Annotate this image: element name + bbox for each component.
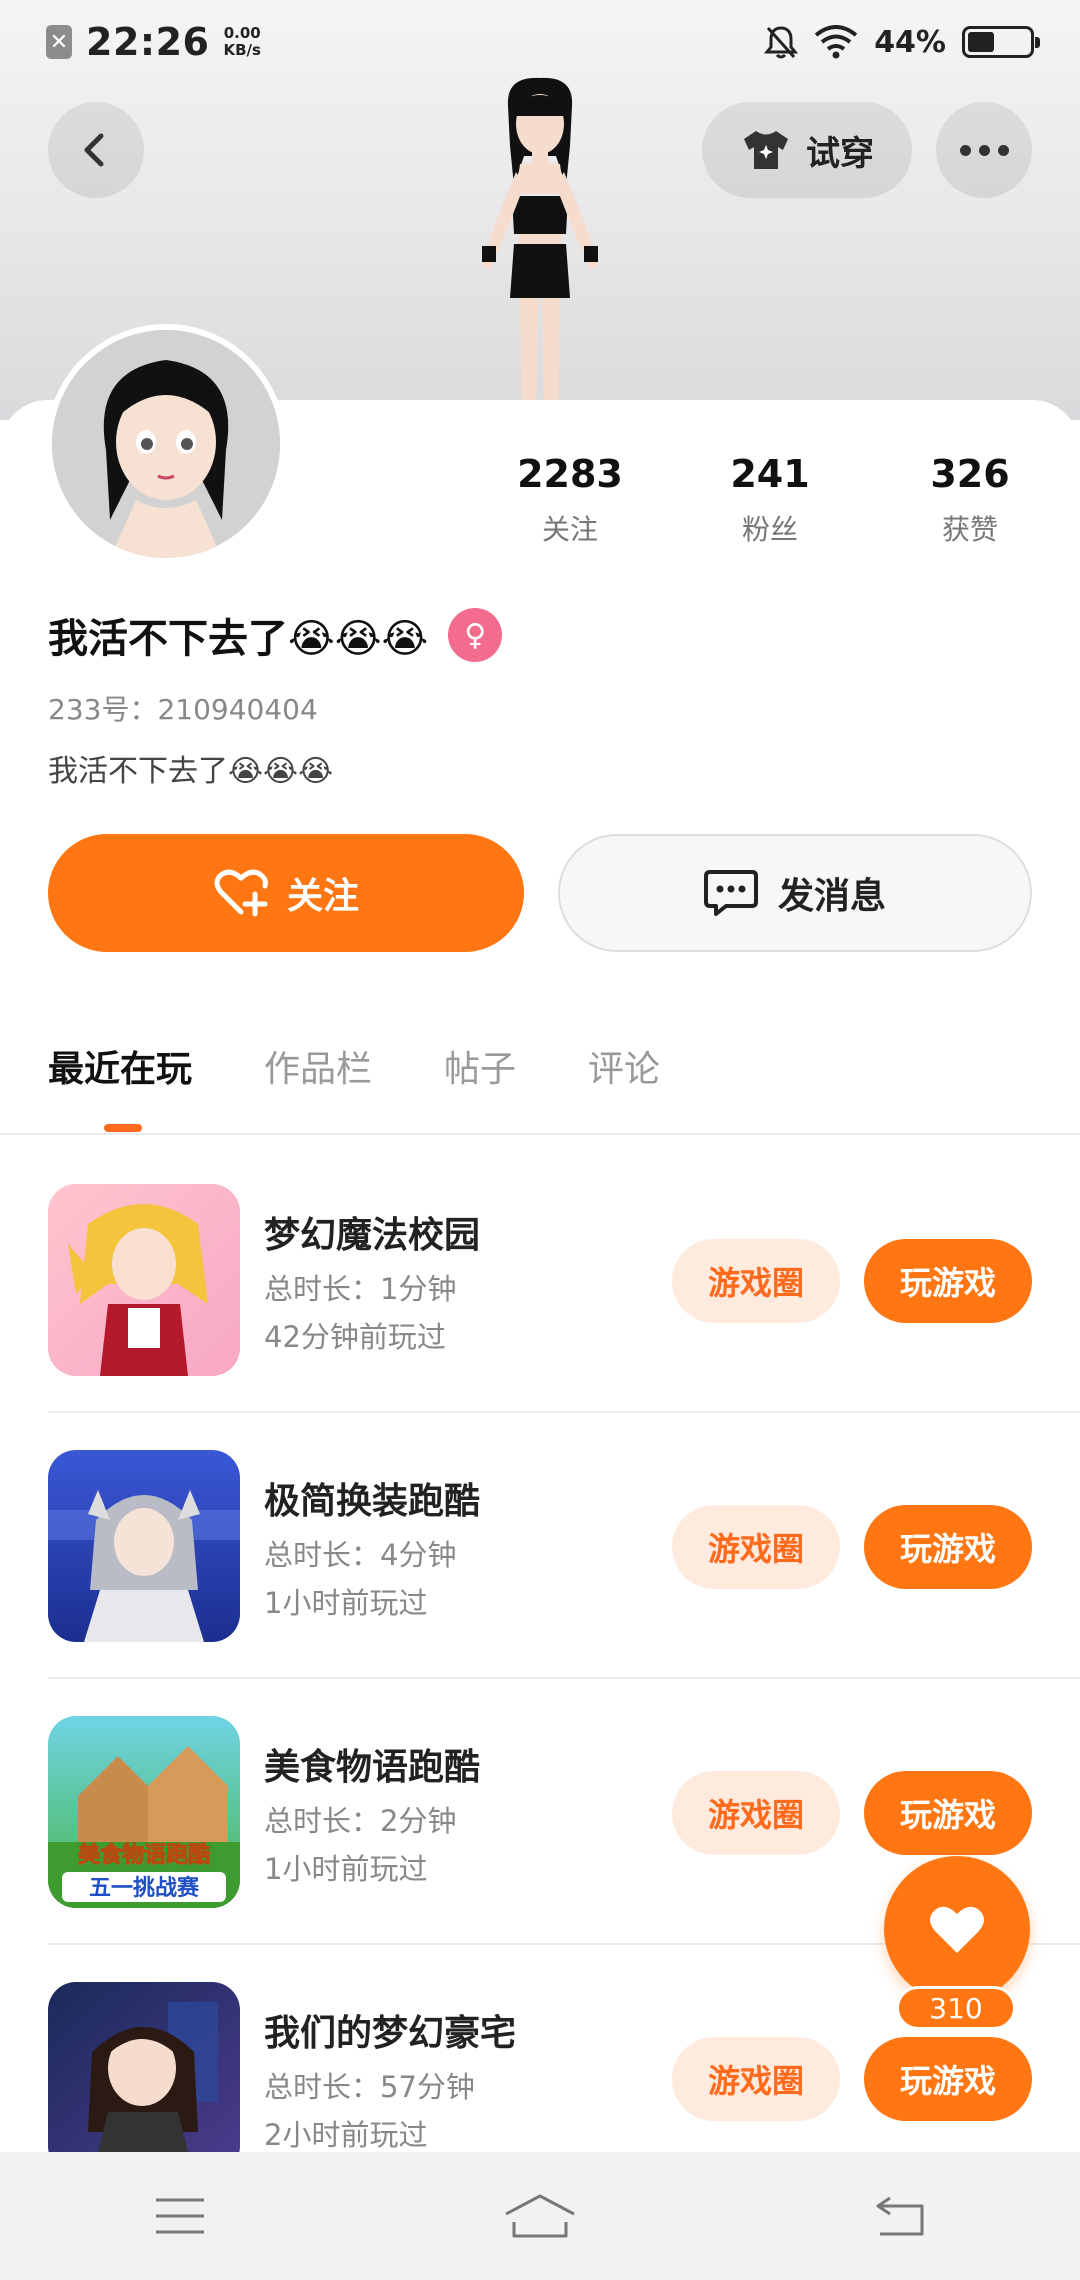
game-last-played: 2小时前玩过 xyxy=(264,2118,428,2152)
heart-plus-icon xyxy=(214,869,268,917)
game-thumbnail xyxy=(48,1982,240,2174)
network-speed-unit: KB/s xyxy=(223,41,261,59)
return-icon xyxy=(876,2196,924,2236)
game-circle-button[interactable]: 游戏圈 xyxy=(672,1239,840,1323)
heart-icon xyxy=(930,1906,984,1953)
battery-level-fill xyxy=(968,32,995,52)
message-button[interactable]: 发消息 xyxy=(558,834,1032,952)
back-button[interactable] xyxy=(48,102,144,198)
status-time: 22:26 xyxy=(86,20,210,64)
return-button[interactable] xyxy=(840,2171,960,2261)
more-button[interactable] xyxy=(936,102,1032,198)
game-title: 美食物语跑酷 xyxy=(264,1747,481,1788)
game-list-item[interactable]: 梦幻魔法校园 总时长：1分钟 42分钟前玩过 游戏圈 玩游戏 xyxy=(0,1184,1080,1450)
like-float-button[interactable] xyxy=(884,1856,1030,2002)
tab-comments[interactable]: 评论 xyxy=(588,1040,660,1092)
tab-recently-played[interactable]: 最近在玩 xyxy=(48,1040,192,1092)
try-on-label: 试穿 xyxy=(806,133,874,174)
female-gender-icon: ♀ xyxy=(448,608,503,662)
close-notification-icon: ✕ xyxy=(46,25,72,59)
thumb-line2: 五一挑战赛 xyxy=(89,1875,200,1901)
bio: 我活不下去了😭😭😭 xyxy=(48,754,334,789)
profile-tabs: 最近在玩 作品栏 帖子 评论 xyxy=(48,1040,660,1092)
status-bar: ✕ 22:26 0.00 KB/s 44% xyxy=(0,0,1080,84)
home-icon xyxy=(505,2194,575,2238)
play-game-button[interactable]: 玩游戏 xyxy=(864,1505,1032,1589)
home-button[interactable] xyxy=(480,2171,600,2261)
fans-stat[interactable]: 241 粉丝 xyxy=(670,452,870,548)
game-circle-button[interactable]: 游戏圈 xyxy=(672,1771,840,1855)
try-on-button[interactable]: 试穿 xyxy=(702,102,912,198)
following-label: 关注 xyxy=(541,513,598,546)
game-last-played: 1小时前玩过 xyxy=(264,1852,428,1886)
game-circle-button[interactable]: 游戏圈 xyxy=(672,1505,840,1589)
fans-label: 粉丝 xyxy=(741,513,798,546)
like-count-badge: 310 xyxy=(896,1986,1016,2030)
game-duration: 总时长：4分钟 xyxy=(264,1538,457,1572)
play-game-button[interactable]: 玩游戏 xyxy=(864,1239,1032,1323)
profile-stats: 2283 关注 241 粉丝 326 获赞 xyxy=(470,452,1070,548)
shirt-icon xyxy=(744,131,788,169)
more-dots-icon xyxy=(959,144,1009,156)
system-navigation-bar xyxy=(0,2152,1080,2280)
game-list-item[interactable]: 极简换装跑酷 总时长：4分钟 1小时前玩过 游戏圈 玩游戏 xyxy=(0,1450,1080,1716)
likes-label: 获赞 xyxy=(941,513,998,546)
menu-icon xyxy=(156,2198,204,2234)
message-label: 发消息 xyxy=(777,876,886,917)
following-count: 2283 xyxy=(517,452,623,496)
list-divider xyxy=(48,1411,1080,1413)
likes-count: 326 xyxy=(930,452,1010,496)
mute-bell-icon xyxy=(764,26,799,59)
active-tab-indicator xyxy=(104,1124,142,1132)
tab-posts[interactable]: 帖子 xyxy=(444,1040,516,1092)
game-last-played: 42分钟前玩过 xyxy=(264,1320,446,1354)
play-game-button[interactable]: 玩游戏 xyxy=(864,2037,1032,2121)
back-arrow-icon xyxy=(84,133,104,167)
game-thumbnail xyxy=(48,1450,240,1642)
game-thumbnail xyxy=(48,1184,240,1376)
battery-percent: 44% xyxy=(874,24,946,60)
game-thumbnail: 美食物语跑酷 五一挑战赛 xyxy=(48,1716,240,1908)
tab-works[interactable]: 作品栏 xyxy=(264,1040,372,1092)
wifi-icon xyxy=(814,25,858,59)
tab-divider xyxy=(0,1133,1080,1135)
game-duration: 总时长：1分钟 xyxy=(264,1272,457,1306)
nickname: 我活不下去了😭😭😭 xyxy=(48,616,429,662)
avatar-character-3d xyxy=(482,77,598,416)
play-game-button[interactable]: 玩游戏 xyxy=(864,1771,1032,1855)
game-duration: 总时长：2分钟 xyxy=(264,1804,457,1838)
network-speed: 0.00 KB/s xyxy=(223,25,260,59)
game-duration: 总时长：57分钟 xyxy=(264,2070,475,2104)
chat-bubble-icon xyxy=(703,870,758,916)
battery-icon xyxy=(962,26,1040,58)
network-speed-value: 0.00 xyxy=(223,24,261,42)
avatar-portrait xyxy=(52,330,280,558)
likes-stat[interactable]: 326 获赞 xyxy=(870,452,1070,548)
following-stat[interactable]: 2283 关注 xyxy=(470,452,670,548)
menu-button[interactable] xyxy=(120,2171,240,2261)
fans-count: 241 xyxy=(730,452,810,496)
game-title: 梦幻魔法校园 xyxy=(264,1215,481,1256)
name-row: 我活不下去了😭😭😭 ♀ xyxy=(48,606,503,664)
game-title: 极简换装跑酷 xyxy=(264,1481,481,1522)
follow-label: 关注 xyxy=(286,876,359,917)
game-circle-button[interactable]: 游戏圈 xyxy=(672,2037,840,2121)
avatar[interactable] xyxy=(46,324,286,564)
game-last-played: 1小时前玩过 xyxy=(264,1586,428,1620)
user-id[interactable]: 233号：210940404 xyxy=(48,688,318,728)
thumb-line1: 美食物语跑酷 xyxy=(78,1842,210,1868)
game-title: 我们的梦幻豪宅 xyxy=(264,2013,517,2054)
list-divider xyxy=(48,1677,1080,1679)
follow-button[interactable]: 关注 xyxy=(48,834,524,952)
